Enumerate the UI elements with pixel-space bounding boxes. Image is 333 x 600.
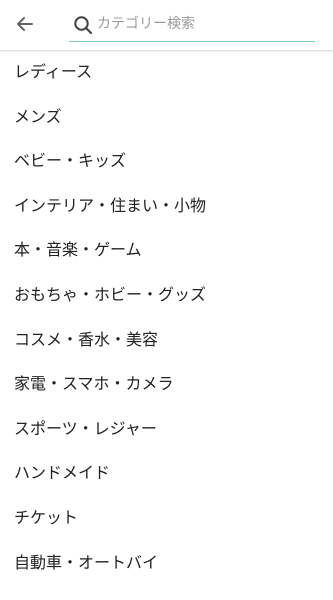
category-item-cosmetics[interactable]: コスメ・香水・美容 <box>0 318 333 363</box>
arrow-left-icon <box>17 17 33 31</box>
category-item-toys-hobby-goods[interactable]: おもちゃ・ホビー・グッズ <box>0 273 333 318</box>
category-item-handmade[interactable]: ハンドメイド <box>0 451 333 496</box>
category-item-ladies[interactable]: レディース <box>0 50 333 95</box>
category-list: レディース メンズ ベビー・キッズ インテリア・住まい・小物 本・音楽・ゲーム … <box>0 50 333 600</box>
category-item-baby-kids[interactable]: ベビー・キッズ <box>0 139 333 184</box>
category-search-screen: レディース メンズ ベビー・キッズ インテリア・住まい・小物 本・音楽・ゲーム … <box>0 0 333 600</box>
category-item-books-music-games[interactable]: 本・音楽・ゲーム <box>0 228 333 273</box>
search-input[interactable] <box>97 11 307 37</box>
category-item-interior[interactable]: インテリア・住まい・小物 <box>0 184 333 229</box>
back-button[interactable] <box>12 11 38 37</box>
category-item-mens[interactable]: メンズ <box>0 95 333 140</box>
category-item-electronics[interactable]: 家電・スマホ・カメラ <box>0 362 333 407</box>
search-field <box>69 8 315 42</box>
top-bar <box>0 0 333 50</box>
search-icon <box>74 16 93 35</box>
category-item-sports-leisure[interactable]: スポーツ・レジャー <box>0 407 333 452</box>
category-item-tickets[interactable]: チケット <box>0 496 333 541</box>
category-item-cars-motorcycles[interactable]: 自動車・オートバイ <box>0 541 333 586</box>
